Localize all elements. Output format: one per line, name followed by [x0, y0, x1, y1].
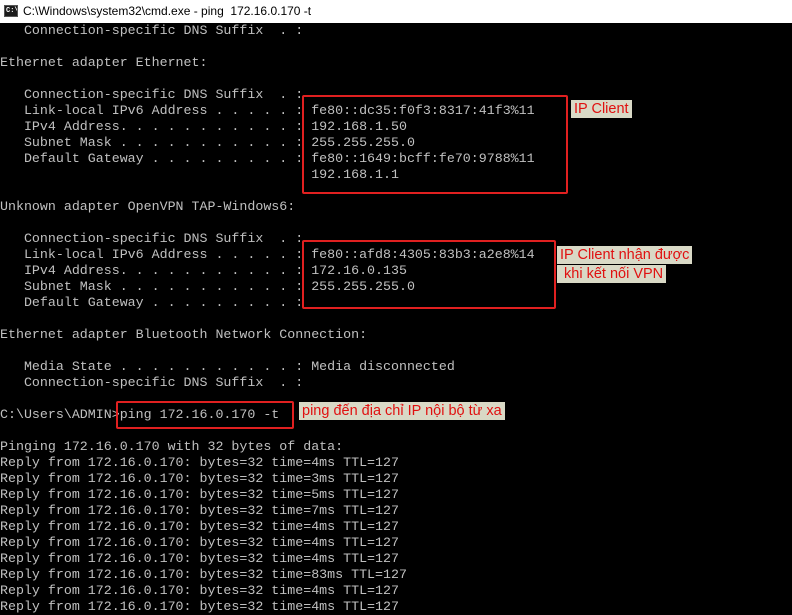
console-line: Reply from 172.16.0.170: bytes=32 time=7… [0, 503, 399, 518]
highlight-box-ping-command [116, 401, 294, 429]
console-line: Unknown adapter OpenVPN TAP-Windows6: [0, 199, 296, 214]
console-line: Connection-specific DNS Suffix . : [0, 375, 304, 390]
title-bar: C:\ C:\Windows\system32\cmd.exe - ping 1… [0, 0, 792, 23]
console-line: Reply from 172.16.0.170: bytes=32 time=4… [0, 535, 399, 550]
console-line: Reply from 172.16.0.170: bytes=32 time=4… [0, 551, 399, 566]
note-ip-client: IP Client [571, 100, 632, 118]
console-line: Connection-specific DNS Suffix . : [0, 23, 304, 38]
console-line: Pinging 172.16.0.170 with 32 bytes of da… [0, 439, 344, 454]
console-line: Reply from 172.16.0.170: bytes=32 time=4… [0, 583, 399, 598]
note-ip-vpn-line2: khi kết nối VPN [557, 265, 667, 283]
console-line: Ethernet adapter Bluetooth Network Conne… [0, 327, 368, 342]
console-line: Reply from 172.16.0.170: bytes=32 time=4… [0, 599, 399, 614]
console-line: Media State . . . . . . . . . . . : Medi… [0, 359, 455, 374]
note-ip-vpn-line1: IP Client nhận được [557, 246, 693, 264]
console-line: Ethernet adapter Ethernet: [0, 55, 208, 70]
console-line: Reply from 172.16.0.170: bytes=32 time=3… [0, 471, 399, 486]
console-line: Connection-specific DNS Suffix . : [0, 231, 304, 246]
highlight-box-vpn [302, 240, 556, 309]
console-line: Reply from 172.16.0.170: bytes=32 time=4… [0, 455, 399, 470]
highlight-box-ethernet [302, 95, 568, 194]
cmd-icon: C:\ [4, 5, 18, 17]
console-line: Reply from 172.16.0.170: bytes=32 time=5… [0, 487, 399, 502]
console-line: Reply from 172.16.0.170: bytes=32 time=8… [0, 567, 407, 582]
console-line: Default Gateway . . . . . . . . . : [0, 295, 304, 310]
console-line: Reply from 172.16.0.170: bytes=32 time=4… [0, 519, 399, 534]
window-title: C:\Windows\system32\cmd.exe - ping 172.1… [23, 4, 312, 18]
console-line: Connection-specific DNS Suffix . : [0, 87, 304, 102]
note-ping: ping đến địa chỉ IP nội bộ từ xa [299, 402, 505, 420]
